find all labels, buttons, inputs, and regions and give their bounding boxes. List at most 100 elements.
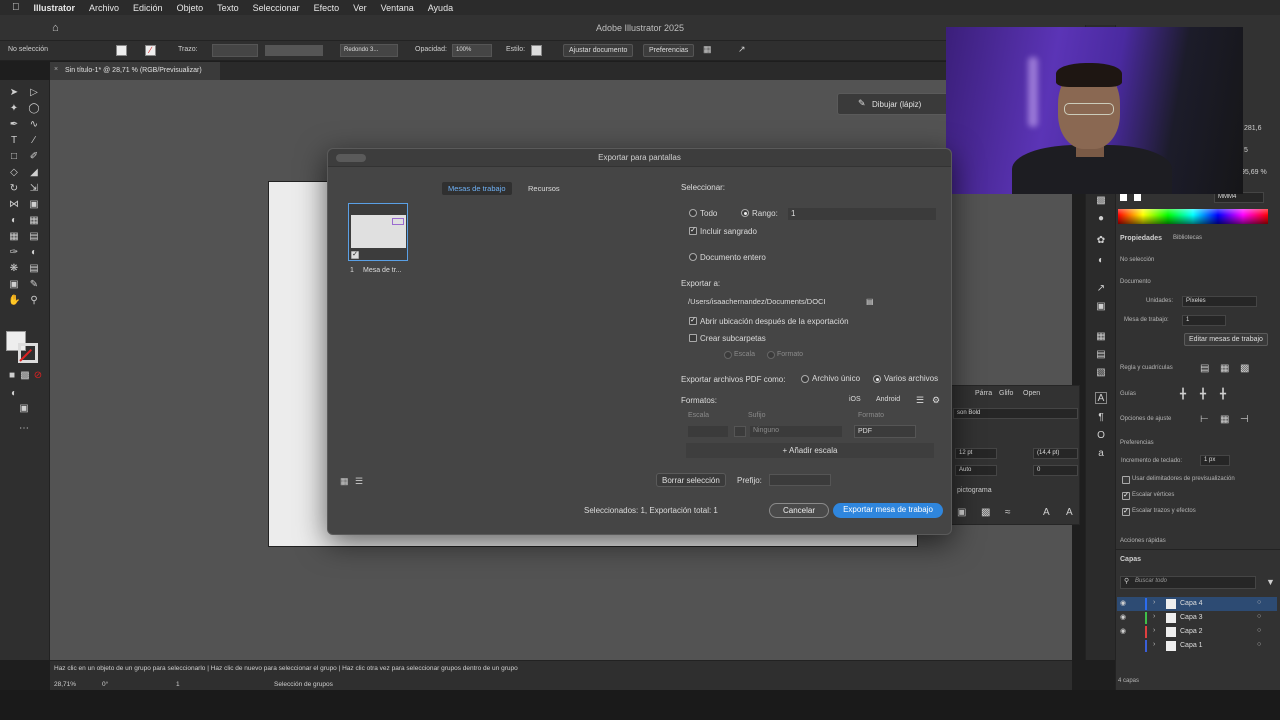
subfolder-format-radio[interactable] xyxy=(767,351,775,359)
rotate-tool-icon[interactable]: ↻ xyxy=(8,183,20,195)
stroke-width-field[interactable] xyxy=(212,44,258,57)
pathfinder-icon[interactable]: ▧ xyxy=(1095,367,1107,379)
menu-app[interactable]: Illustrator xyxy=(34,3,76,13)
target-circle-icon[interactable]: ○ xyxy=(1257,627,1261,634)
align-icon[interactable]: ▦ xyxy=(703,44,712,55)
clear-selection-button[interactable]: Borrar selección xyxy=(656,473,726,487)
suffix-toggle[interactable] xyxy=(734,426,746,437)
gradient-tool-icon[interactable]: ▤ xyxy=(28,231,40,243)
free-transform-tool-icon[interactable]: ▣ xyxy=(28,199,40,211)
opacity-field[interactable]: 100% xyxy=(452,44,492,57)
export-artboard-button[interactable]: Exportar mesa de trabajo xyxy=(833,503,943,518)
artboard-thumbnail[interactable]: ✓ xyxy=(348,203,408,261)
white-swatch[interactable] xyxy=(1120,194,1127,201)
magic-wand-tool-icon[interactable]: ✦ xyxy=(8,103,20,115)
menu-seleccionar[interactable]: Seleccionar xyxy=(253,3,300,13)
snap-point-icon[interactable]: ⊢ xyxy=(1200,414,1209,425)
home-icon[interactable]: ⌂ xyxy=(52,22,59,34)
transform-icon[interactable]: ▦ xyxy=(1095,331,1107,343)
menu-texto[interactable]: Texto xyxy=(217,3,239,13)
perspective-grid-tool-icon[interactable]: ▦ xyxy=(28,215,40,227)
suffix-input[interactable]: Ninguno xyxy=(750,426,842,437)
grid-view-icon[interactable]: ▦ xyxy=(340,476,349,487)
tab-assets[interactable]: Recursos xyxy=(522,182,566,195)
leading-field[interactable]: (14,4 pt) xyxy=(1033,448,1078,459)
expand-chevron-icon[interactable]: › xyxy=(1153,641,1155,648)
preferences-button[interactable]: Preferencias xyxy=(643,44,695,57)
draw-mode-icon[interactable]: ◐ xyxy=(8,388,20,400)
character-icon[interactable]: A xyxy=(1095,392,1107,404)
type-icon[interactable]: A xyxy=(1043,507,1050,518)
target-circle-icon[interactable]: ○ xyxy=(1257,599,1261,606)
pen-tool-icon[interactable]: ✒ xyxy=(8,119,20,131)
blend-tool-icon[interactable]: ◐ xyxy=(28,247,40,259)
preview-bounds-checkbox[interactable] xyxy=(1122,476,1130,484)
whole-document-radio[interactable] xyxy=(689,253,697,261)
menu-ayuda[interactable]: Ayuda xyxy=(428,3,453,13)
visibility-eye-icon[interactable]: ◉ xyxy=(1120,599,1126,607)
prefix-input[interactable] xyxy=(769,474,831,486)
type-on-path-icon[interactable]: ≈ xyxy=(1005,507,1011,518)
scale-corners-checkbox[interactable]: ✓ xyxy=(1122,492,1130,500)
graphic-styles-icon[interactable]: ◐ xyxy=(1095,255,1107,267)
style-swatch[interactable] xyxy=(531,45,542,56)
stroke-swatch-icon[interactable]: ∕ xyxy=(145,45,156,56)
symbols-icon[interactable]: ✿ xyxy=(1095,235,1107,247)
selection-tool-icon[interactable]: ➤ xyxy=(8,87,20,99)
document-tab[interactable]: × Sin título-1* @ 28,71 % (RGB/Previsual… xyxy=(50,62,220,80)
visibility-eye-icon[interactable]: ◉ xyxy=(1120,627,1126,635)
column-graph-tool-icon[interactable]: ▤ xyxy=(28,263,40,275)
lasso-tool-icon[interactable]: ◯ xyxy=(28,103,40,115)
layer-row[interactable]: › Capa 1 ○ xyxy=(1117,639,1277,653)
image-icon[interactable]: ▩ xyxy=(981,507,990,518)
ios-preset-button[interactable]: iOS xyxy=(849,396,861,403)
zoom-field[interactable]: 28,71% xyxy=(54,681,76,688)
snap-pixel-icon[interactable]: ⊣ xyxy=(1240,414,1249,425)
open-location-checkbox[interactable]: ✓ xyxy=(689,317,697,325)
type-tool-icon[interactable]: T xyxy=(8,135,20,147)
artboard-number-field[interactable]: 1 xyxy=(176,681,180,688)
tab-glyphs[interactable]: Glifo xyxy=(999,390,1013,397)
screen-mode-icon[interactable]: ▣ xyxy=(18,403,30,415)
create-subfolders-checkbox[interactable] xyxy=(689,334,697,342)
filter-icon[interactable]: ▼ xyxy=(1266,577,1275,587)
symbol-sprayer-tool-icon[interactable]: ❋ xyxy=(8,263,20,275)
units-select[interactable]: Píxeles xyxy=(1182,296,1257,307)
scale-strokes-checkbox[interactable]: ✓ xyxy=(1122,508,1130,516)
font-style-field[interactable]: son Bold xyxy=(953,408,1078,419)
guides-icon[interactable]: ╋ xyxy=(1180,389,1186,400)
menu-ventana[interactable]: Ventana xyxy=(381,3,414,13)
all-radio[interactable] xyxy=(689,209,697,217)
expand-chevron-icon[interactable]: › xyxy=(1153,627,1155,634)
layers-search-input[interactable]: Buscar todo xyxy=(1120,576,1256,589)
width-tool-icon[interactable]: ⋈ xyxy=(8,199,20,211)
font-size-field[interactable]: 12 pt xyxy=(955,448,997,459)
export-path[interactable]: /Users/isaachernandez/Documents/DOCI xyxy=(688,297,858,309)
text-frame-icon[interactable]: ▣ xyxy=(957,507,966,518)
menu-archivo[interactable]: Archivo xyxy=(89,3,119,13)
black-swatch[interactable] xyxy=(1134,194,1141,201)
grid-icon[interactable]: ▦ xyxy=(1220,363,1229,374)
kerning-field[interactable]: Auto xyxy=(955,465,997,476)
settings-gear-icon[interactable]: ⚙ xyxy=(932,395,940,406)
rectangle-tool-icon[interactable]: □ xyxy=(8,151,20,163)
brush-select[interactable]: Redondo 3... xyxy=(340,44,398,57)
shape-builder-tool-icon[interactable]: ◐ xyxy=(8,215,20,227)
menu-efecto[interactable]: Efecto xyxy=(314,3,340,13)
range-radio[interactable] xyxy=(741,209,749,217)
tab-opentype[interactable]: Open xyxy=(1023,390,1040,397)
paintbrush-tool-icon[interactable]: ✐ xyxy=(28,151,40,163)
curvature-tool-icon[interactable]: ∿ xyxy=(28,119,40,131)
color-spectrum[interactable] xyxy=(1118,209,1268,224)
none-mode-icon[interactable]: ⊘ xyxy=(32,370,44,382)
target-circle-icon[interactable]: ○ xyxy=(1257,641,1261,648)
rotation-field[interactable]: 0° xyxy=(102,681,108,688)
tab-artboards[interactable]: Mesas de trabajo xyxy=(442,182,512,195)
thumbnail-checkbox[interactable]: ✓ xyxy=(351,251,359,259)
line-tool-icon[interactable]: ∕ xyxy=(28,135,40,147)
swatches-icon[interactable]: ▩ xyxy=(1095,195,1107,207)
more-tools-icon[interactable]: ⋯ xyxy=(18,423,30,435)
hand-tool-icon[interactable]: ✋ xyxy=(8,295,20,307)
folder-icon[interactable]: ▤ xyxy=(866,297,874,306)
tracking-field[interactable]: 0 xyxy=(1033,465,1078,476)
